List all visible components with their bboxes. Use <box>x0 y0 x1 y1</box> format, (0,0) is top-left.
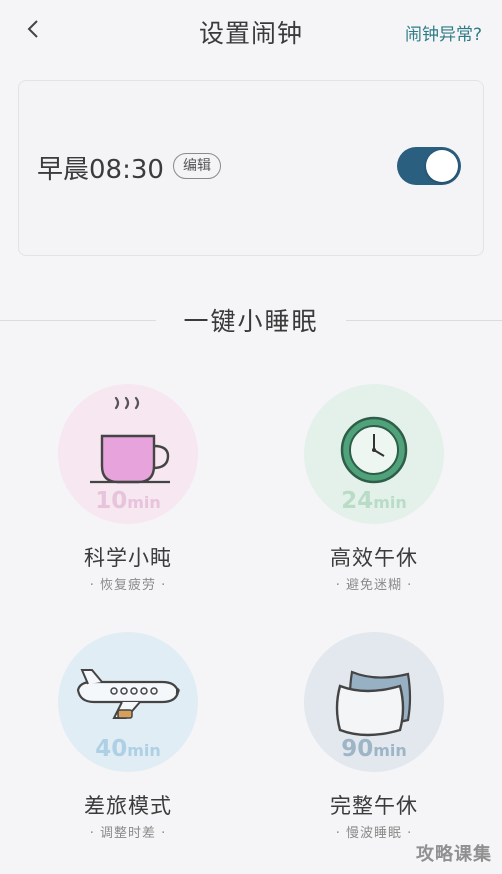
edit-button[interactable]: 编辑 <box>173 153 221 179</box>
nap-duration: 24min <box>341 488 407 514</box>
alarm-issue-link[interactable]: 闹钟异常? <box>405 20 482 45</box>
alarm-toggle[interactable] <box>397 147 461 185</box>
watermark: 攻略课集 <box>416 844 492 865</box>
alarm-card: 早晨08:30 编辑 <box>18 80 484 256</box>
nap-name: 差旅模式 <box>84 794 172 818</box>
nap-duration: 90min <box>341 736 407 762</box>
nap-desc: · 恢复疲劳 · <box>89 578 167 593</box>
nap-duration: 40min <box>95 736 161 762</box>
nap-name: 完整午休 <box>330 794 418 818</box>
nap-name: 高效午休 <box>330 546 418 570</box>
alarm-time: 早晨08:30 <box>37 155 164 185</box>
nap-name: 科学小盹 <box>84 546 172 570</box>
nap-desc: · 避免迷糊 · <box>335 578 413 593</box>
toggle-knob <box>426 150 458 182</box>
divider-right <box>346 320 502 321</box>
header: 设置闹钟 闹钟异常? <box>0 0 502 62</box>
nap-duration: 10min <box>95 488 161 514</box>
nap-desc: · 调整时差 · <box>89 826 167 841</box>
nap-desc: · 慢波睡眠 · <box>335 826 413 841</box>
